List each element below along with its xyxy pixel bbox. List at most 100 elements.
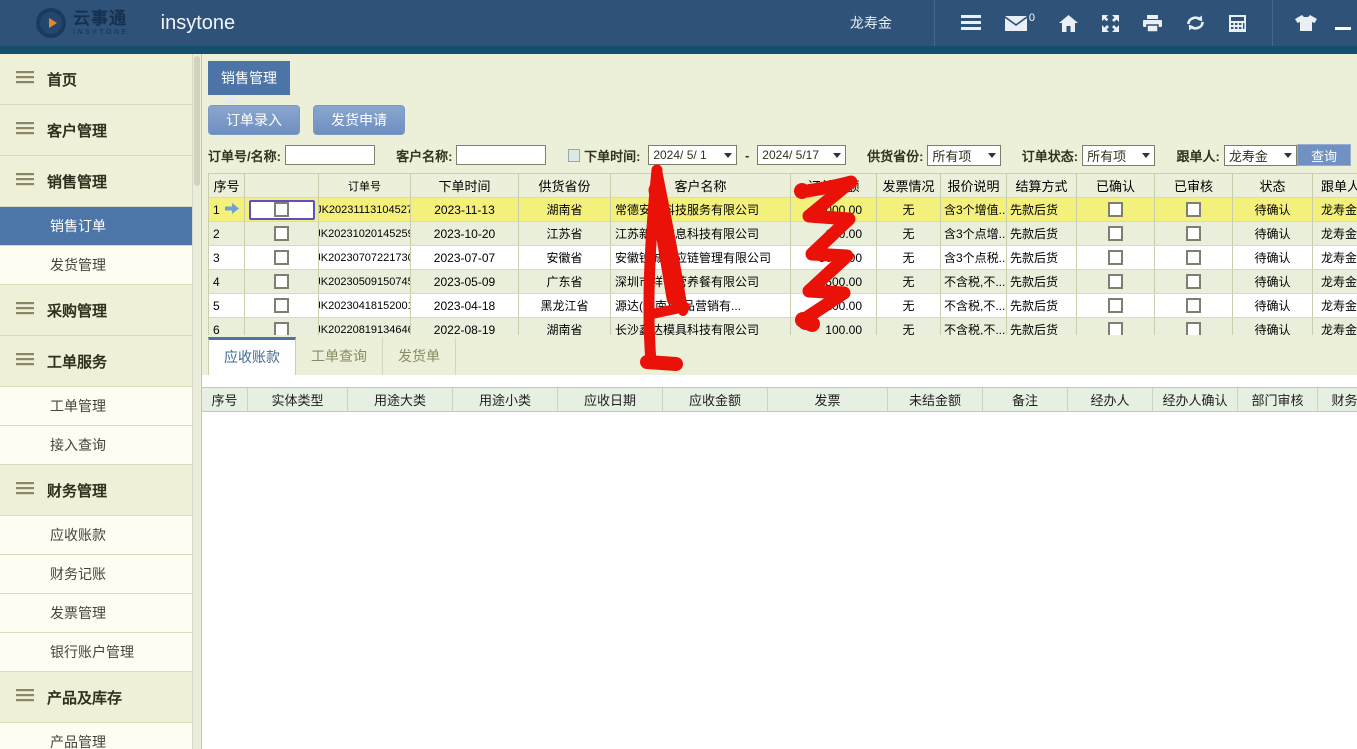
sidebar-item[interactable]: 财务记账 xyxy=(0,555,192,594)
rcol-entity-type[interactable]: 实体类型 xyxy=(248,388,348,411)
rcol-due-amount[interactable]: 应收金额 xyxy=(663,388,768,411)
sidebar-item-label: 发货管理 xyxy=(50,255,106,275)
date-from-picker[interactable]: 2024/ 5/ 1 xyxy=(648,145,737,165)
audited-checkbox[interactable] xyxy=(1186,202,1201,217)
col-invoice[interactable]: 发票情况 xyxy=(877,174,941,198)
sidebar-item[interactable]: 采购管理 xyxy=(0,285,192,336)
username[interactable]: 龙寿金 xyxy=(850,13,892,33)
order-row[interactable]: 2 JK20231020145259 2023-10-20 江苏省 江苏新锐信息… xyxy=(209,222,1357,246)
sidebar-item[interactable]: 销售管理 xyxy=(0,156,192,207)
col-checkbox[interactable] xyxy=(245,174,319,198)
province-cell: 安徽省 xyxy=(519,246,611,270)
order-row[interactable]: 5 JK20230418152001 2023-04-18 黑龙江省 源达(海南… xyxy=(209,294,1357,318)
row-checkbox[interactable] xyxy=(274,250,289,265)
rcol-due-date[interactable]: 应收日期 xyxy=(558,388,663,411)
order-row[interactable]: 3 JK20230707221730 2023-07-07 安徽省 安徽锐诚供应… xyxy=(209,246,1357,270)
col-confirmed[interactable]: 已确认 xyxy=(1077,174,1155,198)
order-time-checkbox[interactable] xyxy=(568,149,581,162)
confirmed-checkbox[interactable] xyxy=(1108,226,1123,241)
sidebar-item[interactable]: 工单服务 xyxy=(0,336,192,387)
bottom-tab[interactable]: 工单查询 xyxy=(296,337,383,375)
home-icon[interactable] xyxy=(1059,15,1078,32)
order-status-select[interactable]: 所有项 xyxy=(1082,145,1155,166)
confirmed-checkbox[interactable] xyxy=(1108,298,1123,313)
col-province[interactable]: 供货省份 xyxy=(519,174,611,198)
rcol-invoice[interactable]: 发票 xyxy=(768,388,888,411)
sidebar-item-label: 工单管理 xyxy=(50,396,106,416)
row-seq: 5 xyxy=(213,299,220,313)
row-checkbox[interactable] xyxy=(274,274,289,289)
sidebar-item[interactable]: 产品及库存 xyxy=(0,672,192,723)
audited-checkbox[interactable] xyxy=(1186,250,1201,265)
col-quote[interactable]: 报价说明 xyxy=(941,174,1007,198)
col-audited[interactable]: 已审核 xyxy=(1155,174,1233,198)
sidebar-item[interactable]: 发货管理 xyxy=(0,246,192,285)
tab-sales-management[interactable]: 销售管理 xyxy=(208,61,290,95)
order-row[interactable]: 1 JK20231113104527 2023-11-13 湖南省 常德安途科技… xyxy=(209,198,1357,222)
rcol-use-minor[interactable]: 用途小类 xyxy=(453,388,558,411)
order-entry-button[interactable]: 订单录入 xyxy=(208,105,300,135)
bottom-tab[interactable]: 发货单 xyxy=(383,337,456,375)
minimize-icon[interactable] xyxy=(1335,27,1351,30)
sidebar-item[interactable]: 财务管理 xyxy=(0,465,192,516)
rcol-handler[interactable]: 经办人 xyxy=(1068,388,1153,411)
col-seq[interactable]: 序号 xyxy=(209,174,245,198)
audited-checkbox[interactable] xyxy=(1186,298,1201,313)
sidebar-item[interactable]: 销售订单 xyxy=(0,207,192,246)
theme-icon[interactable] xyxy=(1295,15,1317,31)
rcol-handler-confirm[interactable]: 经办人确认 xyxy=(1153,388,1238,411)
fullscreen-icon[interactable] xyxy=(1102,15,1119,32)
date-to-picker[interactable]: 2024/ 5/17 xyxy=(757,145,846,165)
col-amount[interactable]: 订单金额 xyxy=(791,174,877,198)
sidebar-scrollbar[interactable] xyxy=(192,54,200,749)
audited-checkbox[interactable] xyxy=(1186,226,1201,241)
rcol-open-amount[interactable]: 未结金额 xyxy=(888,388,983,411)
bottom-tab[interactable]: 应收账款 xyxy=(208,337,296,375)
row-checkbox[interactable] xyxy=(274,202,289,217)
row-checkbox[interactable] xyxy=(274,226,289,241)
ship-request-button[interactable]: 发货申请 xyxy=(313,105,405,135)
sidebar-item[interactable]: 首页 xyxy=(0,54,192,105)
rcol-use-major[interactable]: 用途大类 xyxy=(348,388,453,411)
menu-icon[interactable] xyxy=(961,15,981,31)
amount-cell: 500.00 xyxy=(791,270,877,294)
sidebar-item[interactable]: 银行账户管理 xyxy=(0,633,192,672)
print-icon[interactable] xyxy=(1143,15,1162,32)
sidebar-item[interactable]: 客户管理 xyxy=(0,105,192,156)
sidebar-item[interactable]: 发票管理 xyxy=(0,594,192,633)
row-checkbox[interactable] xyxy=(274,298,289,313)
sidebar-item[interactable]: 产品管理 xyxy=(0,723,192,749)
mail-icon[interactable]: 0 xyxy=(1005,16,1035,31)
order-no-input[interactable] xyxy=(285,145,375,165)
order-row[interactable]: 4 JK20230509150745 2023-05-09 广东省 深圳市祥誉营… xyxy=(209,270,1357,294)
rcol-dept-audit[interactable]: 部门审核 xyxy=(1238,388,1318,411)
confirmed-checkbox[interactable] xyxy=(1108,202,1123,217)
confirmed-checkbox[interactable] xyxy=(1108,274,1123,289)
customer-name-input[interactable] xyxy=(456,145,546,165)
rcol-seq[interactable]: 序号 xyxy=(202,388,248,411)
status-cell: 待确认 xyxy=(1233,198,1313,222)
province-select[interactable]: 所有项 xyxy=(927,145,1000,166)
bottom-tab-label: 应收账款 xyxy=(224,349,280,365)
row-checkbox[interactable] xyxy=(274,322,289,335)
sidebar-item[interactable]: 接入查询 xyxy=(0,426,192,465)
col-status[interactable]: 状态 xyxy=(1233,174,1313,198)
refresh-icon[interactable] xyxy=(1186,15,1205,31)
confirmed-checkbox[interactable] xyxy=(1108,322,1123,335)
follower-select[interactable]: 龙寿金 xyxy=(1224,145,1297,166)
sidebar-item[interactable]: 应收账款 xyxy=(0,516,192,555)
col-settlement[interactable]: 结算方式 xyxy=(1007,174,1077,198)
col-customer[interactable]: 客户名称 xyxy=(611,174,791,198)
sidebar-item[interactable]: 工单管理 xyxy=(0,387,192,426)
rcol-finance-final[interactable]: 财务终审 xyxy=(1318,388,1357,411)
audited-checkbox[interactable] xyxy=(1186,322,1201,335)
col-order-date[interactable]: 下单时间 xyxy=(411,174,519,198)
col-follower[interactable]: 跟单人 xyxy=(1313,174,1357,198)
search-button[interactable]: 查询 xyxy=(1297,144,1351,166)
calculator-icon[interactable] xyxy=(1229,15,1246,32)
rcol-remark[interactable]: 备注 xyxy=(983,388,1068,411)
col-order-no[interactable]: 订单号 xyxy=(319,174,411,198)
confirmed-checkbox[interactable] xyxy=(1108,250,1123,265)
order-row[interactable]: 6 JK20220819134646 2022-08-19 湖南省 长沙鑫达模具… xyxy=(209,318,1357,335)
audited-checkbox[interactable] xyxy=(1186,274,1201,289)
